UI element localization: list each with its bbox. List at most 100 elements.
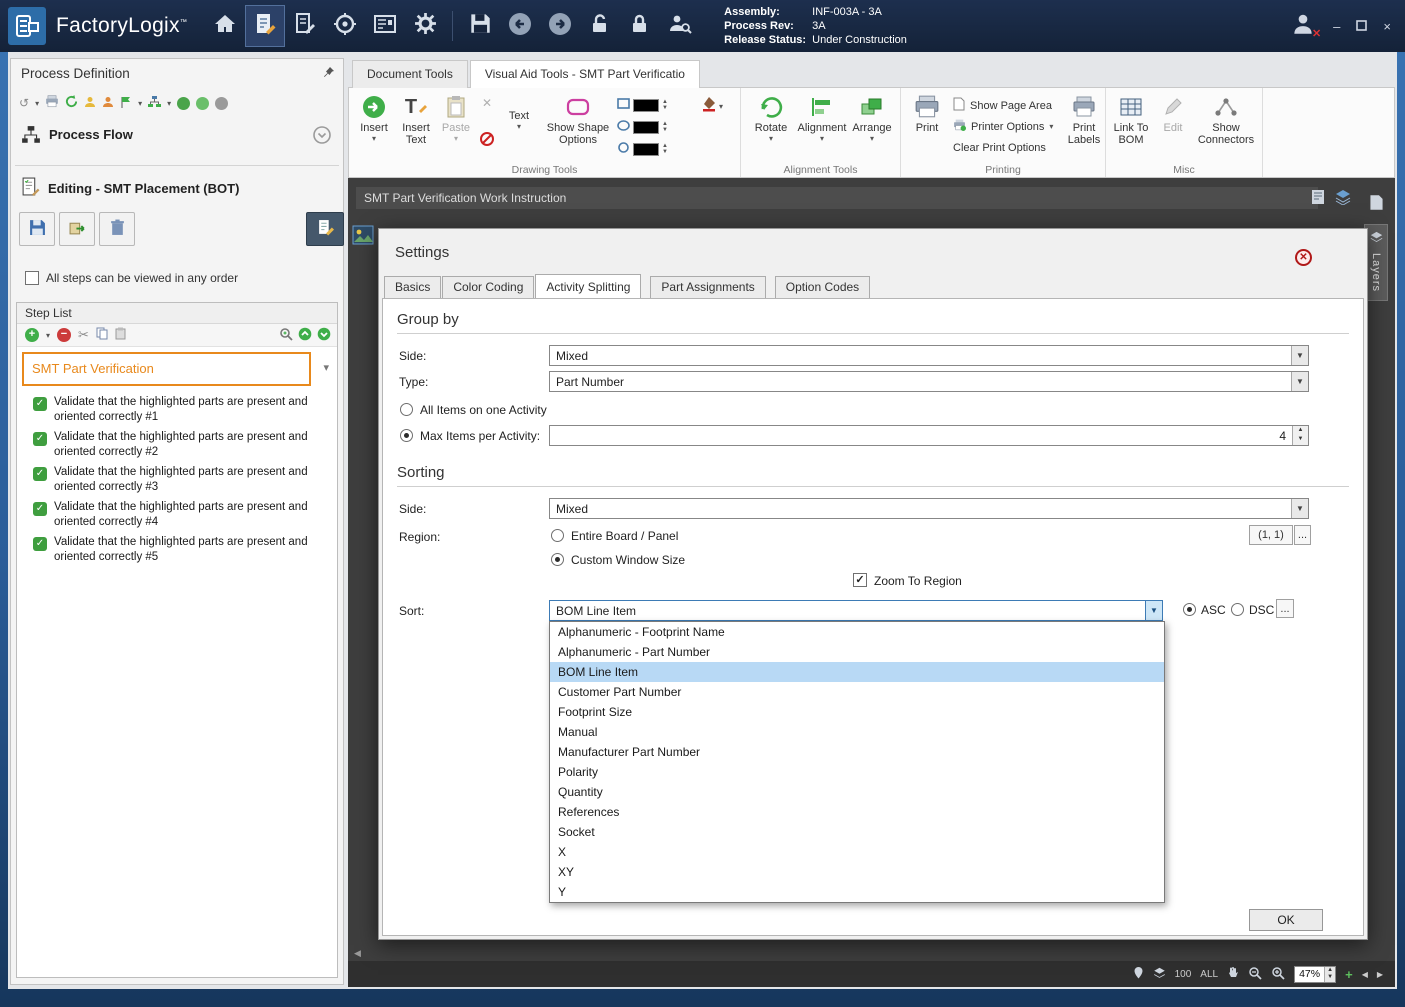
edit-button[interactable]: Edit	[1156, 92, 1190, 134]
entire-board-radio[interactable]	[551, 529, 564, 542]
flag-icon[interactable]	[120, 96, 132, 111]
asc-radio[interactable]	[1183, 603, 1196, 616]
sort-more-button[interactable]: ...	[1276, 599, 1294, 618]
process-editor-button[interactable]	[245, 5, 286, 47]
tab-activity-splitting[interactable]: Activity Splitting	[535, 274, 642, 298]
circle-shape-icon[interactable]	[617, 140, 630, 158]
chevron-down-icon[interactable]: ▾	[138, 99, 142, 108]
alignment-button[interactable]: Alignment ▾	[797, 92, 847, 143]
selected-step[interactable]: SMT Part Verification	[22, 352, 311, 386]
sort-option[interactable]: Manual	[550, 722, 1164, 742]
printer-options-button[interactable]: Printer Options ▾	[953, 116, 1053, 137]
minimize-button[interactable]: –	[1333, 19, 1340, 34]
show-page-area-button[interactable]: Show Page Area	[953, 95, 1053, 116]
insert-button[interactable]: Insert ▾	[355, 92, 393, 143]
zoom-out-icon[interactable]	[1248, 966, 1262, 983]
step-row[interactable]: ✓ Validate that the highlighted parts are…	[17, 463, 337, 498]
move-up-icon[interactable]	[298, 327, 312, 344]
status-green-icon[interactable]	[177, 96, 191, 110]
zoom-level-input[interactable]: 47% ▲ ▼	[1294, 965, 1337, 983]
side-select[interactable]: Mixed ▼	[549, 345, 1309, 366]
print-icon[interactable]	[45, 95, 59, 111]
type-select[interactable]: Part Number ▼	[549, 371, 1309, 392]
layers-toggle-icon[interactable]	[1335, 189, 1351, 210]
import-export-button[interactable]	[59, 212, 95, 246]
show-connectors-button[interactable]: Show Connectors	[1194, 92, 1258, 146]
tab-option-codes[interactable]: Option Codes	[774, 276, 871, 298]
chevron-down-icon[interactable]: ▾	[35, 99, 39, 108]
paste-button[interactable]: Paste ▾	[439, 92, 473, 143]
sort-option[interactable]: Socket	[550, 822, 1164, 842]
max-items-input[interactable]: 4 ▲ ▼	[549, 425, 1309, 446]
tab-basics[interactable]: Basics	[384, 276, 442, 298]
chevron-down-icon[interactable]: ▾	[46, 331, 50, 340]
panel-doc-icon[interactable]	[1369, 194, 1384, 216]
fit-right-icon[interactable]: ▶	[1377, 970, 1383, 979]
zoom-to-region-checkbox[interactable]: ✓	[853, 573, 867, 587]
sort-option[interactable]: Customer Part Number	[550, 682, 1164, 702]
dsc-radio[interactable]	[1231, 603, 1244, 616]
sort-option-selected[interactable]: BOM Line Item	[550, 662, 1164, 682]
zoom-search-icon[interactable]	[279, 327, 293, 344]
paste-icon[interactable]	[115, 327, 126, 343]
show-shape-options-button[interactable]: Show Shape Options	[545, 92, 611, 146]
color-picker[interactable]: ▾	[701, 96, 723, 117]
find-user-button[interactable]	[660, 5, 700, 47]
view-order-checkbox[interactable]	[25, 271, 39, 285]
sort-option[interactable]: Footprint Size	[550, 702, 1164, 722]
sort-option[interactable]: Alphanumeric - Footprint Name	[550, 622, 1164, 642]
rotate-button[interactable]: Rotate ▾	[749, 92, 793, 143]
spinner-icon[interactable]: ▲ ▼	[1292, 426, 1308, 445]
document-editor-button[interactable]	[285, 5, 325, 47]
spinner-icon[interactable]: ▲ ▼	[662, 121, 668, 133]
sort-option[interactable]: Manufacturer Part Number	[550, 742, 1164, 762]
logout-user-button[interactable]: ✕	[1281, 6, 1325, 46]
redo-button[interactable]	[540, 5, 580, 47]
collapse-circle-icon[interactable]	[313, 126, 331, 147]
clear-print-options-button[interactable]: Clear Print Options	[953, 137, 1053, 158]
line-style-select[interactable]	[633, 98, 659, 112]
save-step-button[interactable]	[19, 212, 55, 246]
unlock-button[interactable]	[580, 5, 620, 47]
dispatch-button[interactable]	[325, 5, 365, 47]
fill-style-select[interactable]	[633, 142, 659, 156]
undo-icon[interactable]: ↺	[19, 96, 29, 110]
tab-color-coding[interactable]: Color Coding	[442, 276, 535, 298]
refresh-icon[interactable]	[65, 95, 78, 111]
copy-icon[interactable]	[96, 327, 108, 343]
custom-window-radio[interactable]	[551, 553, 564, 566]
sorting-side-select[interactable]: Mixed ▼	[549, 498, 1309, 519]
sort-combobox[interactable]: BOM Line Item ▼	[549, 600, 1163, 621]
page-layout-icon[interactable]	[1310, 189, 1326, 210]
arrange-button[interactable]: Arrange ▾	[849, 92, 895, 143]
sort-option[interactable]: Quantity	[550, 782, 1164, 802]
cut-icon[interactable]: ✂	[78, 327, 89, 343]
scroll-left-icon[interactable]: ◀	[354, 948, 361, 959]
ellipse-shape-icon[interactable]	[617, 118, 630, 136]
sort-option[interactable]: X	[550, 842, 1164, 862]
step-row[interactable]: ✓ Validate that the highlighted parts are…	[17, 393, 337, 428]
remove-step-button[interactable]: −	[57, 328, 72, 342]
step-row[interactable]: ✓ Validate that the highlighted parts are…	[17, 428, 337, 463]
user-orange-icon[interactable]	[102, 96, 114, 111]
settings-button[interactable]	[405, 5, 445, 47]
pan-hand-icon[interactable]	[1227, 966, 1239, 982]
save-button[interactable]	[460, 5, 500, 47]
ok-button[interactable]: OK	[1249, 909, 1323, 931]
sort-option[interactable]: References	[550, 802, 1164, 822]
undo-button[interactable]	[500, 5, 540, 47]
fit-left-icon[interactable]: ◀	[1362, 970, 1368, 979]
step-row[interactable]: ✓ Validate that the highlighted parts are…	[17, 498, 337, 533]
print-button[interactable]: Print	[907, 92, 947, 134]
home-button[interactable]	[205, 5, 245, 47]
text-button[interactable]: Text ▾	[501, 110, 537, 131]
hierarchy-icon[interactable]	[148, 95, 162, 111]
news-button[interactable]	[365, 5, 405, 47]
map-pin-icon[interactable]	[1133, 966, 1144, 982]
zoom-in-icon[interactable]	[1271, 966, 1285, 983]
edit-step-button[interactable]	[306, 212, 344, 246]
spinner-icon[interactable]: ▲ ▼	[662, 143, 668, 155]
chevron-down-icon[interactable]: ▾	[167, 99, 171, 108]
move-down-icon[interactable]	[317, 327, 331, 344]
max-items-radio[interactable]	[400, 429, 413, 442]
